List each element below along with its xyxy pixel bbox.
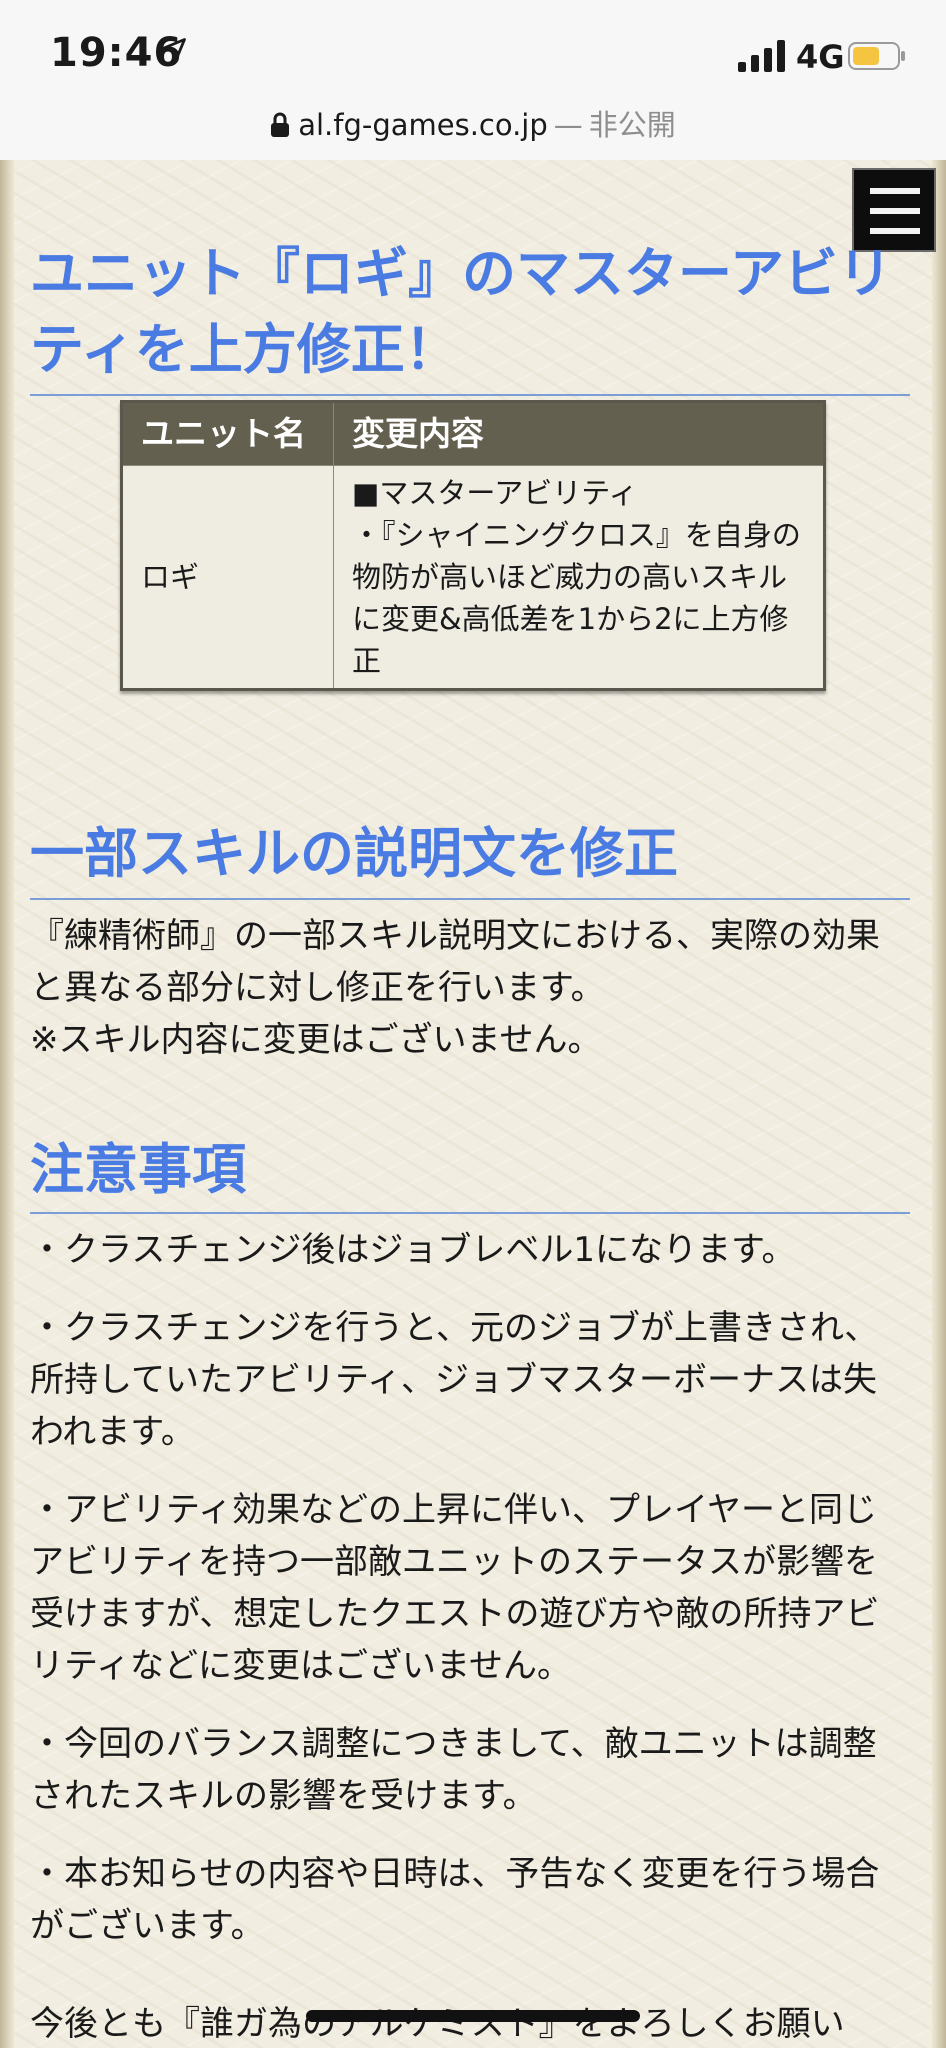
note-item: ・クラスチェンジ後はジョブレベル1になります。	[30, 1230, 796, 1270]
skill-text: 『練精術師』の一部スキル説明文における、実際の効果と異なる部分に対し修正を行いま…	[30, 916, 880, 1008]
privacy-label: 非公開	[588, 108, 676, 142]
heading-loki-master-ability: ユニット『ロギ』のマスターアビリティを上方修正！	[30, 236, 910, 396]
network-type: 4G	[796, 38, 845, 76]
table-cell-unit: ロギ	[121, 465, 334, 690]
table-cell-change: ■マスターアビリティ ・『シャイニングクロス』を自身の物防が高いほど威力の高いス…	[333, 465, 825, 690]
battery-low-icon	[848, 42, 905, 70]
notes-list: ・クラスチェンジ後はジョブレベル1になります。 ・クラスチェンジを行うと、元のジ…	[30, 1224, 910, 1978]
page-frame-right	[932, 160, 946, 2048]
note-item: ・本お知らせの内容や日時は、予告なく変更を行う場合がございます。	[30, 1854, 880, 1946]
table-header-change: 変更内容	[333, 401, 825, 466]
skill-note: ※スキル内容に変更はございません。	[30, 1020, 602, 1060]
note-item: ・アビリティ効果などの上昇に伴い、プレイヤーと同じアビリティを持つ一部敵ユニット…	[30, 1490, 880, 1686]
web-page[interactable]: ユニット『ロギ』のマスターアビリティを上方修正！ ユニット名 変更内容 ロギ ■…	[0, 160, 946, 2048]
table-row: ロギ ■マスターアビリティ ・『シャイニングクロス』を自身の物防が高いほど威力の…	[121, 465, 825, 690]
note-item: ・今回のバランス調整につきまして、敵ユニットは調整されたスキルの影響を受けます。	[30, 1724, 877, 1816]
location-arrow-icon	[162, 38, 186, 62]
heading-skill-description: 一部スキルの説明文を修正	[30, 816, 910, 900]
url-separator: —	[553, 108, 583, 142]
heading-notes: 注意事項	[30, 1134, 910, 1214]
closing-text: 今後とも『誰ガ為のアルケミスト』をよろしくお願い	[30, 2004, 845, 2044]
page-frame-left	[0, 160, 14, 2048]
status-bar: 19:46 4G	[0, 0, 946, 100]
change-table: ユニット名 変更内容 ロギ ■マスターアビリティ ・『シャイニングクロス』を自身…	[120, 400, 826, 691]
address-bar[interactable]: al.fg-games.co.jp — 非公開	[0, 96, 946, 161]
cellular-signal-icon	[738, 40, 785, 72]
table-header-unit: ユニット名	[121, 401, 334, 466]
note-item: ・クラスチェンジを行うと、元のジョブが上書きされ、所持していたアビリティ、ジョブ…	[30, 1308, 879, 1452]
url-domain: al.fg-games.co.jp	[298, 108, 548, 142]
change-line-title: ■マスターアビリティ	[352, 476, 638, 510]
lock-icon	[271, 112, 290, 137]
skill-description-text: 『練精術師』の一部スキル説明文における、実際の効果と異なる部分に対し修正を行いま…	[30, 910, 910, 1066]
home-indicator[interactable]	[306, 2010, 640, 2022]
change-line-detail: ・『シャイニングクロス』を自身の物防が高いほど威力の高いスキルに変更&高低差を1…	[352, 518, 801, 678]
